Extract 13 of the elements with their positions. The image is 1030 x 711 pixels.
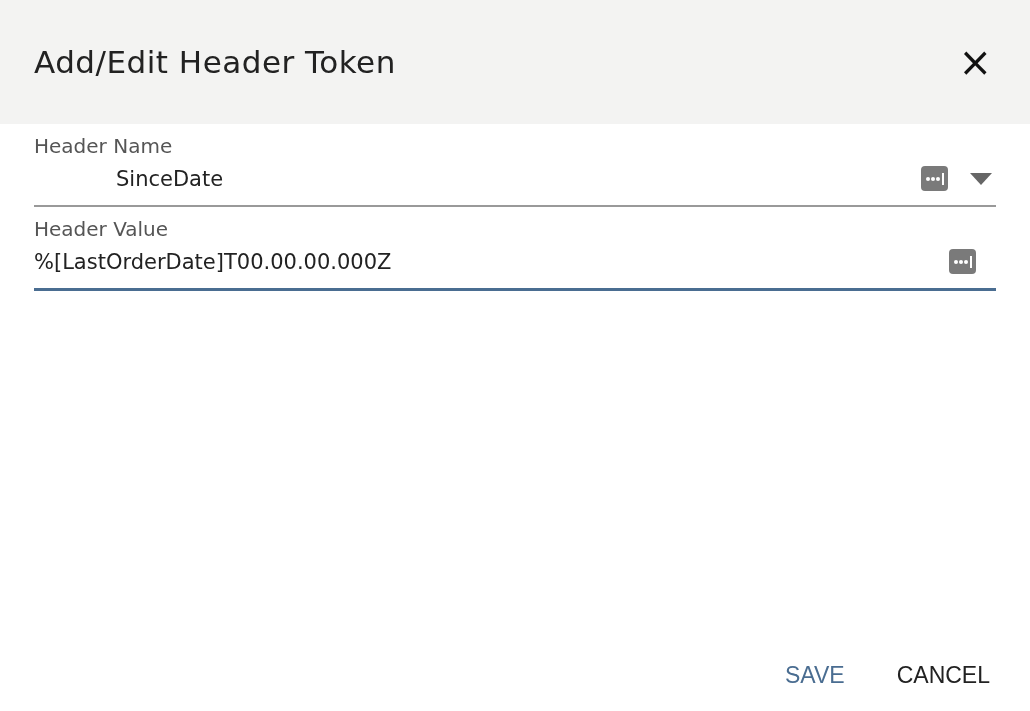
input-field[interactable]: Header Value %[LastOrderDate]T00.00.00.000Z (34, 211, 996, 291)
select-field[interactable]: Header Name SinceDate (34, 128, 996, 207)
close-button[interactable]: × (954, 42, 996, 82)
field-label: Header Value (34, 217, 170, 241)
dropdown-caret-icon[interactable] (970, 172, 992, 185)
field-value[interactable]: SinceDate (34, 166, 899, 191)
password-manager-icon[interactable] (921, 166, 948, 191)
cancel-button[interactable]: CANCEL (880, 654, 1006, 697)
field-label: Header Name (34, 134, 174, 158)
field-value[interactable]: %[LastOrderDate]T00.00.00.000Z (34, 249, 927, 274)
dialog-title: Add/Edit Header Token (34, 44, 396, 80)
password-manager-icon[interactable] (949, 249, 976, 274)
save-button[interactable]: SAVE (769, 654, 861, 697)
